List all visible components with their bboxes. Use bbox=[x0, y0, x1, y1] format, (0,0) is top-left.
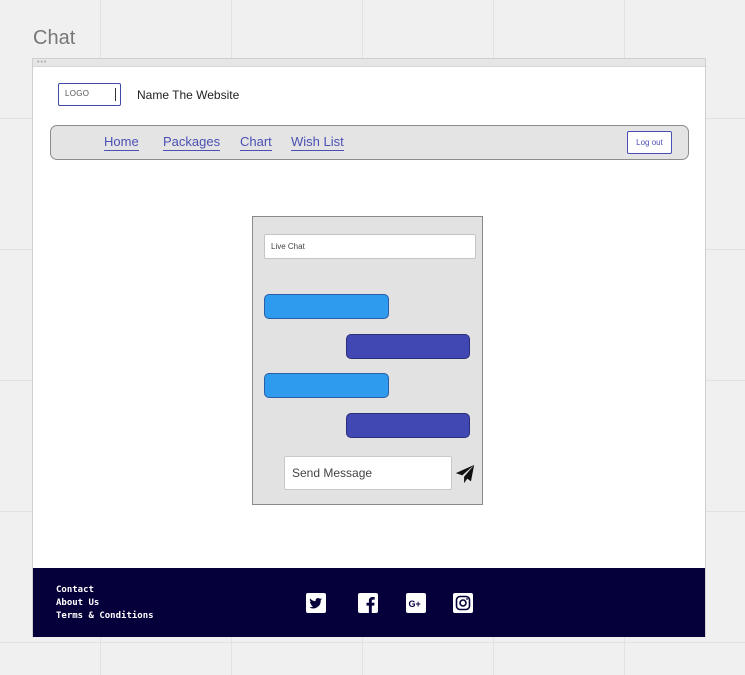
text-cursor-icon bbox=[115, 88, 116, 101]
footer-link-terms[interactable]: Terms & Conditions bbox=[56, 610, 154, 622]
svg-text:G+: G+ bbox=[409, 599, 421, 609]
live-chat-panel: Live Chat Send Message bbox=[252, 216, 483, 505]
nav-link-packages[interactable]: Packages bbox=[163, 134, 221, 151]
chat-message-incoming bbox=[264, 294, 389, 319]
logo-text: LOGO bbox=[65, 89, 90, 98]
twitter-icon[interactable] bbox=[306, 593, 326, 613]
chat-title: Live Chat bbox=[264, 234, 476, 259]
website-frame: ••• LOGO Name The Website Home Packages … bbox=[32, 58, 706, 637]
logo[interactable]: LOGO bbox=[58, 83, 121, 106]
chat-message-incoming bbox=[264, 373, 389, 398]
logout-button[interactable]: Log out bbox=[627, 131, 672, 154]
chat-message-outgoing bbox=[346, 413, 470, 438]
board-title: Chat bbox=[33, 27, 76, 49]
paper-plane-icon[interactable] bbox=[454, 463, 476, 485]
footer: Contact About Us Terms & Conditions G+ bbox=[33, 568, 705, 637]
nav-bar: Home Packages Chart Wish List Log out bbox=[50, 125, 689, 160]
message-input[interactable]: Send Message bbox=[284, 456, 452, 490]
nav-link-wish-list[interactable]: Wish List bbox=[291, 134, 344, 151]
footer-link-contact[interactable]: Contact bbox=[56, 584, 94, 596]
instagram-icon[interactable] bbox=[453, 593, 473, 613]
facebook-icon[interactable] bbox=[358, 593, 378, 613]
chat-message-outgoing bbox=[346, 334, 470, 359]
nav-link-home[interactable]: Home bbox=[104, 134, 139, 151]
google-plus-icon[interactable]: G+ bbox=[406, 593, 426, 613]
footer-link-about-us[interactable]: About Us bbox=[56, 597, 99, 609]
site-name: Name The Website bbox=[137, 88, 240, 102]
frame-dots-icon: ••• bbox=[37, 59, 48, 66]
nav-link-chart[interactable]: Chart bbox=[240, 134, 272, 151]
frame-title-bar: ••• bbox=[33, 59, 705, 67]
